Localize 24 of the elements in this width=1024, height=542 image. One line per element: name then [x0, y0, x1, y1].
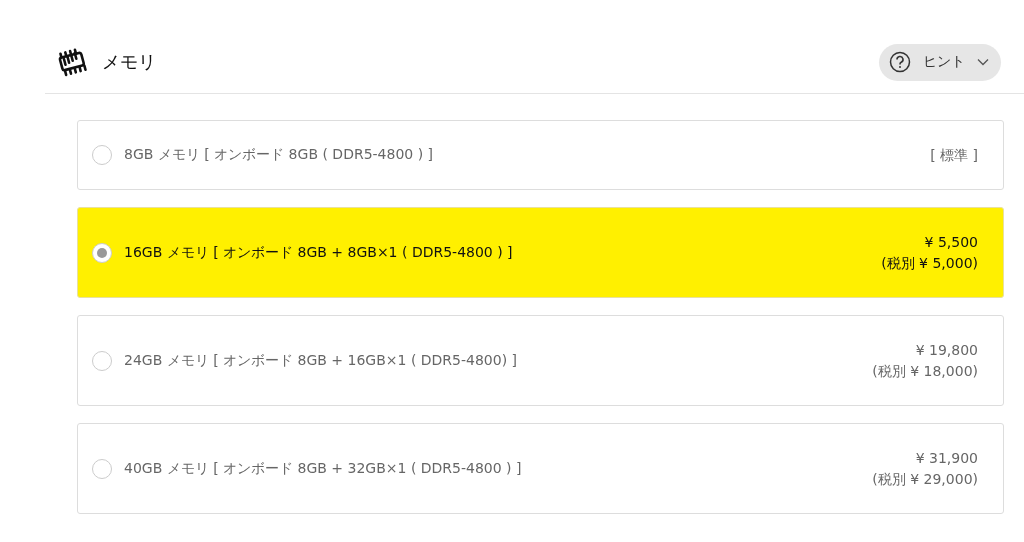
help-icon	[889, 51, 911, 73]
hint-button[interactable]: ヒント	[879, 43, 1001, 81]
price-text: ¥ 31,900	[915, 448, 978, 468]
option-label: 24GB メモリ [ オンボード 8GB + 16GB×1 ( DDR5-4800) ]	[124, 351, 519, 370]
price-text: ¥ 19,800	[915, 340, 978, 360]
price-text: (税別 ¥ 18,000)	[872, 361, 978, 381]
option-label: 8GB メモリ [ オンボード 8GB ( DDR5-4800 ) ]	[124, 146, 435, 164]
memory-chip-icon	[56, 46, 88, 78]
option-label: 40GB メモリ [ オンボード 8GB + 32GB×1 ( DDR5-4800 ) ]	[124, 459, 523, 478]
radio-button[interactable]	[92, 242, 112, 263]
price-text: (税別 ¥ 29,000)	[872, 469, 978, 489]
memory-option[interactable]: 24GB メモリ [ オンボード 8GB + 16GB×1 ( DDR5-4800) ] ¥ 19,800 (税別 ¥ 18,000)	[77, 315, 1004, 406]
memory-option[interactable]: 8GB メモリ [ オンボード 8GB ( DDR5-4800 ) ] [ 標準 ]	[77, 120, 1004, 190]
radio-button[interactable]	[92, 350, 112, 371]
memory-option[interactable]: 16GB メモリ [ オンボード 8GB + 8GB×1 ( DDR5-4800 ) ] ¥ 5,500 (税別 ¥ 5,000)	[77, 207, 1004, 298]
section-title: メモリ	[102, 50, 156, 74]
option-label: 16GB メモリ [ オンボード 8GB + 8GB×1 ( DDR5-4800 ) ]	[124, 243, 514, 262]
radio-button[interactable]	[92, 458, 112, 479]
price-text: ¥ 5,500	[924, 232, 978, 252]
caret-icon	[977, 58, 989, 66]
price-text: [ 標準 ]	[930, 145, 978, 165]
price-text: (税別 ¥ 5,000)	[881, 253, 978, 273]
radio-button[interactable]	[92, 145, 112, 165]
memory-option[interactable]: 40GB メモリ [ オンボード 8GB + 32GB×1 ( DDR5-4800 ) ] ¥ 31,900 (税別 ¥ 29,000)	[77, 423, 1004, 514]
